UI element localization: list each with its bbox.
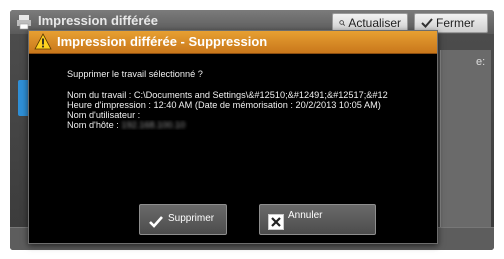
cancel-button-label: Annuler [288,210,323,221]
refresh-icon [339,20,346,26]
confirmation-question: Supprimer le travail sélectionné ? [67,69,203,79]
dialog-message: Supprimer le travail sélectionné ? Nom d… [67,69,429,130]
dialog-header: Impression différée - Suppression [29,31,437,54]
host-name-line: Nom d'hôte : 192.168.100.10 [67,120,429,130]
job-name-line: Nom du travail : C:\Documents and Settin… [67,90,388,100]
warning-icon [34,33,52,50]
host-name-value: 192.168.100.10 [121,120,186,130]
checkmark-icon [149,216,163,228]
update-button-label: Actualiser [348,16,401,30]
right-panel-text: e: [476,56,486,68]
delete-button[interactable]: Supprimer [139,204,227,235]
delete-button-label: Supprimer [168,213,215,224]
close-button-label: Fermer [436,16,475,30]
dialog-title: Impression différée - Suppression [57,34,268,49]
delete-confirmation-dialog: Impression différée - Suppression Suppri… [28,30,438,244]
checkmark-icon [421,18,433,28]
cancel-button[interactable]: Annuler [259,204,376,235]
host-name-label: Nom d'hôte : [67,120,119,130]
close-x-icon [268,214,284,230]
background-window-title: Impression différée [38,13,158,28]
screen-bezel: Impression différée Actualiser Fermer e: [0,0,504,259]
print-time-line: Heure d'impression : 12:40 AM (Date de m… [67,100,381,110]
printer-icon [17,15,31,30]
user-name-line: Nom d'utilisateur : [67,110,141,120]
right-panel [440,50,491,240]
